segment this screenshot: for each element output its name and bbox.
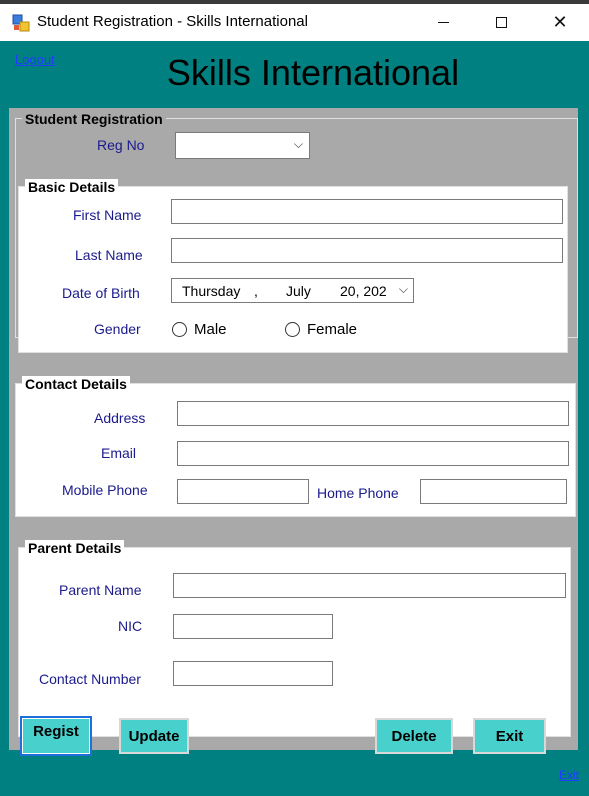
address-label: Address	[94, 410, 146, 426]
gender-label: Gender	[94, 321, 141, 337]
reg-no-combo[interactable]: ⌵	[175, 132, 310, 159]
last-name-field[interactable]	[171, 238, 563, 263]
mobile-phone-field[interactable]	[177, 479, 309, 504]
maximize-icon	[495, 17, 507, 28]
home-phone-label: Home Phone	[317, 485, 399, 501]
parent-name-label: Parent Name	[59, 582, 142, 598]
form-client-area: Logout Skills International Student Regi…	[0, 41, 589, 796]
reg-no-label: Reg No	[97, 137, 145, 153]
window-title: Student Registration - Skills Internatio…	[37, 13, 308, 30]
chevron-down-icon: ⌵	[293, 137, 303, 151]
minimize-button[interactable]	[414, 4, 472, 41]
exit-link[interactable]: Exit	[559, 768, 579, 782]
register-button[interactable]: Regist	[20, 716, 92, 756]
radio-circle-icon	[172, 322, 187, 337]
contact-details-title: Contact Details	[22, 376, 130, 392]
dob-day: Thursday	[182, 283, 241, 299]
gender-female-label: Female	[307, 321, 358, 338]
chevron-down-icon: ⌵	[398, 282, 408, 296]
home-phone-field[interactable]	[420, 479, 567, 504]
last-name-label: Last Name	[75, 247, 143, 263]
first-name-field[interactable]	[171, 199, 563, 224]
gender-male-label: Male	[194, 321, 227, 338]
mobile-phone-label: Mobile Phone	[62, 482, 148, 498]
gender-female-radio[interactable]: Female	[285, 321, 357, 338]
basic-details-title: Basic Details	[25, 179, 119, 195]
minimize-icon	[437, 22, 449, 23]
update-button[interactable]: Update	[119, 718, 189, 754]
date-of-birth-picker[interactable]: Thursday , July 20, 202 ⌵	[171, 278, 414, 303]
dob-separator: ,	[254, 283, 258, 299]
form-panel: Student Registration Reg No ⌵ Basic Deta…	[9, 108, 578, 750]
student-registration-title: Student Registration	[22, 111, 166, 127]
first-name-label: First Name	[73, 207, 142, 223]
nic-label: NIC	[118, 618, 143, 634]
exit-button[interactable]: Exit	[473, 718, 546, 754]
windows-form-icon	[12, 14, 30, 32]
nic-field[interactable]	[173, 614, 333, 639]
parent-details-title: Parent Details	[25, 540, 125, 556]
contact-number-label: Contact Number	[39, 671, 141, 687]
app-title: Skills International	[166, 52, 460, 93]
date-of-birth-label: Date of Birth	[62, 285, 140, 301]
dob-month: July	[286, 283, 311, 299]
email-label: Email	[101, 445, 137, 461]
email-field[interactable]	[177, 441, 569, 466]
title-bar: Student Registration - Skills Internatio…	[0, 4, 589, 41]
close-button[interactable]: ✕	[531, 4, 589, 41]
contact-number-field[interactable]	[173, 661, 333, 686]
maximize-button[interactable]	[472, 4, 530, 41]
close-icon: ✕	[552, 11, 568, 33]
radio-circle-icon	[285, 322, 300, 337]
parent-name-field[interactable]	[173, 573, 566, 598]
dob-date: 20, 202	[340, 283, 387, 299]
delete-button[interactable]: Delete	[375, 718, 453, 754]
gender-male-radio[interactable]: Male	[172, 321, 227, 338]
address-field[interactable]	[177, 401, 569, 426]
